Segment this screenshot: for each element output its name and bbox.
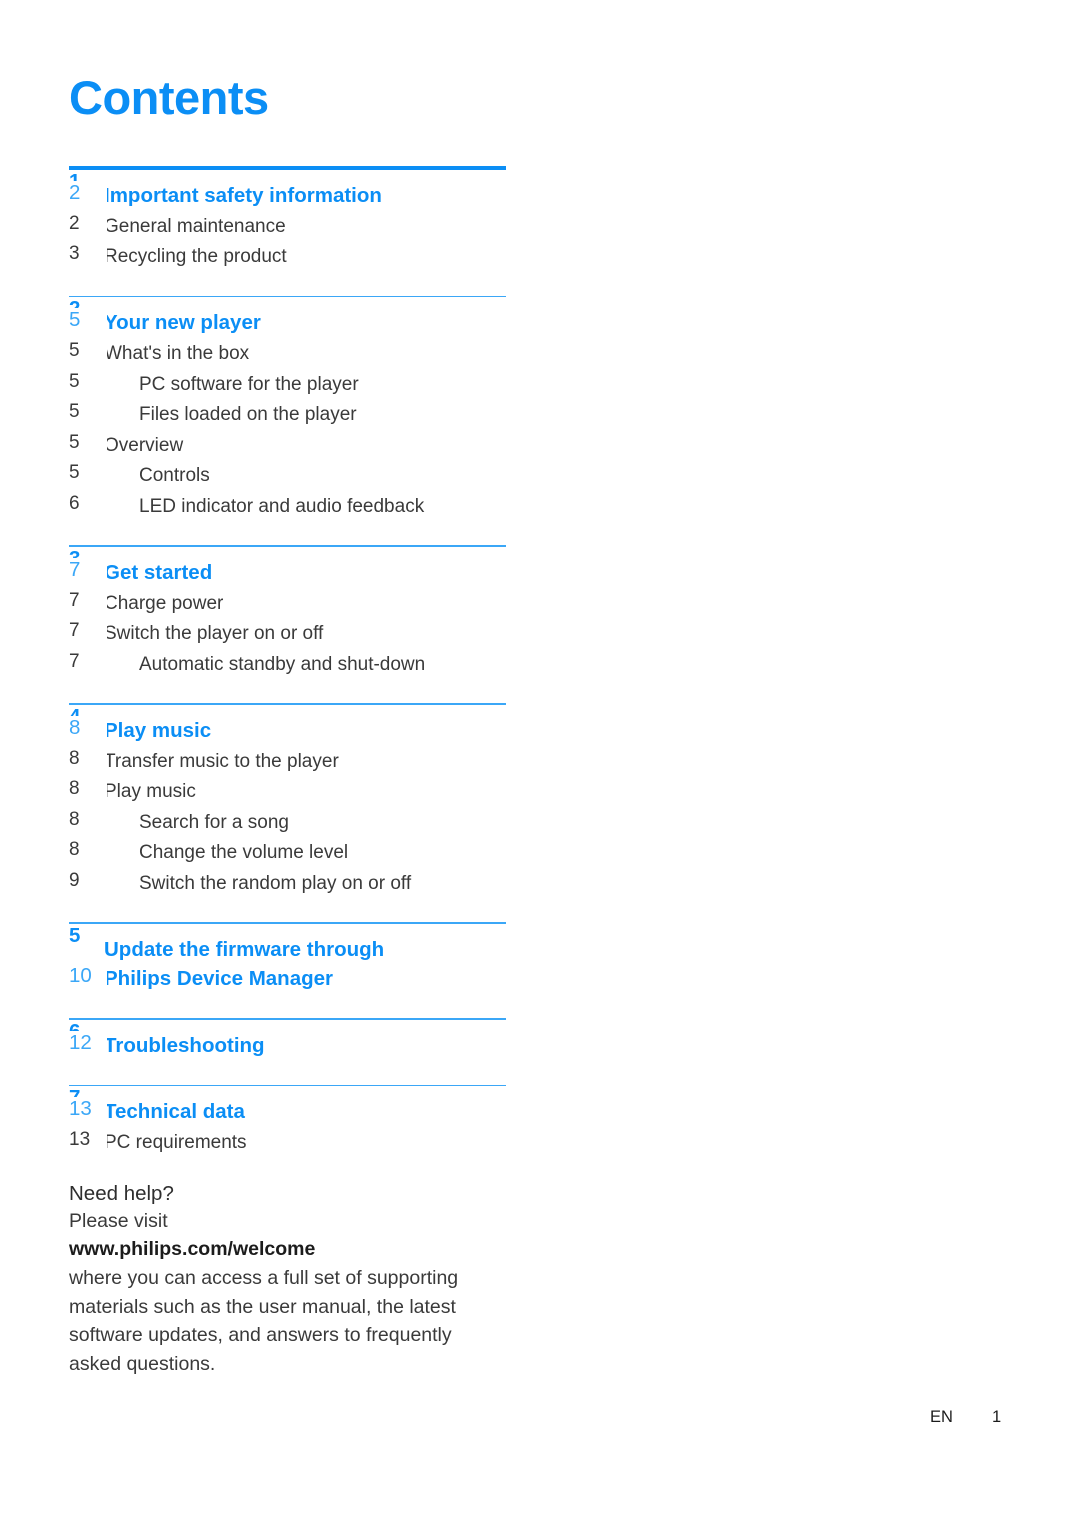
toc-entry[interactable]: Switch the random play on or off 9	[69, 868, 506, 899]
toc-section-6[interactable]: 6Troubleshooting12	[69, 1020, 506, 1061]
section-title: Troubleshooting	[104, 1033, 265, 1057]
toc-entry-page-number: 7	[69, 589, 107, 619]
footer-language: EN	[930, 1408, 953, 1426]
toc-entry-label: General maintenance	[104, 215, 286, 237]
toc-entry-label: LED indicator and audio feedback	[139, 495, 425, 517]
toc-entry-page-number: 8	[69, 839, 107, 868]
section-title: Get started	[104, 560, 213, 584]
toc-entry-page-number: 2	[69, 212, 107, 242]
toc-entry[interactable]: Automatic standby and shut-down 7	[69, 649, 506, 680]
toc-entry-page-number: 13	[69, 1129, 107, 1158]
toc-entry-page-number: 9	[69, 869, 107, 899]
toc-section-3[interactable]: 3Get started7	[69, 547, 506, 588]
section-page-number: 12	[69, 1030, 107, 1061]
toc-section-2[interactable]: 2Your new player5	[69, 297, 506, 339]
document-page: Contents 1Important safety information2G…	[0, 0, 1001, 1527]
toc-entry[interactable]: LED indicator and audio feedback 6	[69, 491, 506, 522]
section-page-number: 8	[69, 715, 107, 746]
section-title: Update the firmware through Philips Devi…	[104, 937, 385, 991]
toc-entry-page-number: 7	[69, 650, 107, 680]
toc-entry-page-number: 7	[69, 620, 107, 649]
toc-entry[interactable]: What's in the box 5	[69, 338, 506, 369]
toc-entry-label: Automatic standby and shut-down	[139, 653, 426, 675]
toc-entry-label: Search for a song	[139, 811, 289, 833]
toc-entry-label: Play music	[104, 781, 196, 803]
toc-entry-label: Files loaded on the player	[139, 404, 357, 426]
section-title: Play music	[104, 718, 212, 742]
toc-entry-page-number: 5	[69, 340, 107, 369]
toc-entry[interactable]: Overview 5	[69, 430, 506, 461]
footer-page-number: 1	[992, 1408, 1002, 1426]
toc-entry[interactable]: Play music 8	[69, 776, 506, 807]
section-number: 5	[69, 923, 81, 947]
section-page-number: 10	[69, 963, 107, 995]
section-title: Technical data	[104, 1100, 245, 1124]
toc-section-5[interactable]: 5 Update the firmware through Philips Dev…	[69, 923, 506, 995]
toc-entry-label: Recycling the product	[104, 246, 287, 268]
section-page-number: 7	[69, 557, 107, 588]
toc-entry-label: Switch the random play on or off	[139, 872, 412, 894]
toc-entry-label: Controls	[139, 465, 210, 487]
toc-entry[interactable]: Switch the player on or off 7	[69, 618, 506, 649]
need-help-heading: Need help?	[69, 1182, 174, 1205]
toc-entry-page-number: 5	[69, 462, 107, 491]
toc-entry-label: Change the volume level	[139, 842, 349, 864]
toc-entry-label: PC software for the player	[139, 373, 359, 395]
section-page-number: 2	[69, 180, 107, 211]
toc-entry-label: PC requirements	[104, 1132, 247, 1154]
toc-entry[interactable]: Recycling the product 3	[69, 241, 506, 272]
page-title: Contents	[69, 71, 269, 124]
toc-entry-page-number: 6	[69, 492, 107, 522]
toc-entry-page-number: 8	[69, 747, 107, 777]
section-title: Your new player	[104, 311, 261, 335]
section-page-number: 13	[69, 1097, 107, 1128]
philips-welcome-url[interactable]: www.philips.com/welcome	[69, 1236, 499, 1264]
section-page-number: 5	[69, 308, 107, 339]
need-help-intro: Please visit	[69, 1210, 168, 1233]
toc-entry[interactable]: PC requirements 13	[69, 1127, 506, 1158]
toc-entry-page-number: 3	[69, 243, 107, 272]
toc-entry[interactable]: Change the volume level 8	[69, 837, 506, 868]
toc-entry-label: Transfer music to the player	[104, 750, 339, 772]
toc-entry[interactable]: General maintenance 2	[69, 211, 506, 242]
toc-entry[interactable]: Files loaded on the player 5	[69, 399, 506, 430]
toc-entry-page-number: 5	[69, 370, 107, 400]
toc-entry-label: Switch the player on or off	[104, 623, 324, 645]
toc-entry[interactable]: Transfer music to the player 8	[69, 746, 506, 777]
toc-entry[interactable]: Controls 5	[69, 460, 506, 491]
need-help-block: Need help? Please visit www.philips.com/…	[69, 1180, 499, 1379]
toc-entry-label: Charge power	[104, 592, 224, 614]
toc-entry[interactable]: Charge power 7	[69, 588, 506, 619]
toc-section-7[interactable]: 7Technical data13	[69, 1086, 506, 1128]
section-title: Important safety information	[104, 183, 382, 207]
toc-section-4[interactable]: 4Play music8	[69, 705, 506, 746]
toc-entry-label: What's in the box	[104, 343, 250, 365]
toc-entry-page-number: 5	[69, 431, 107, 461]
toc-entry[interactable]: Search for a song 8	[69, 807, 506, 838]
toc-entry-page-number: 5	[69, 401, 107, 430]
table-of-contents: 1Important safety information2General ma…	[69, 166, 506, 1158]
toc-entry-page-number: 8	[69, 778, 107, 807]
toc-entry[interactable]: PC software for the player 5	[69, 369, 506, 400]
toc-entry-page-number: 8	[69, 808, 107, 838]
need-help-body: where you can access a full set of suppo…	[69, 1267, 459, 1375]
toc-section-1[interactable]: 1Important safety information2	[69, 170, 506, 211]
toc-entry-label: Overview	[104, 434, 184, 456]
